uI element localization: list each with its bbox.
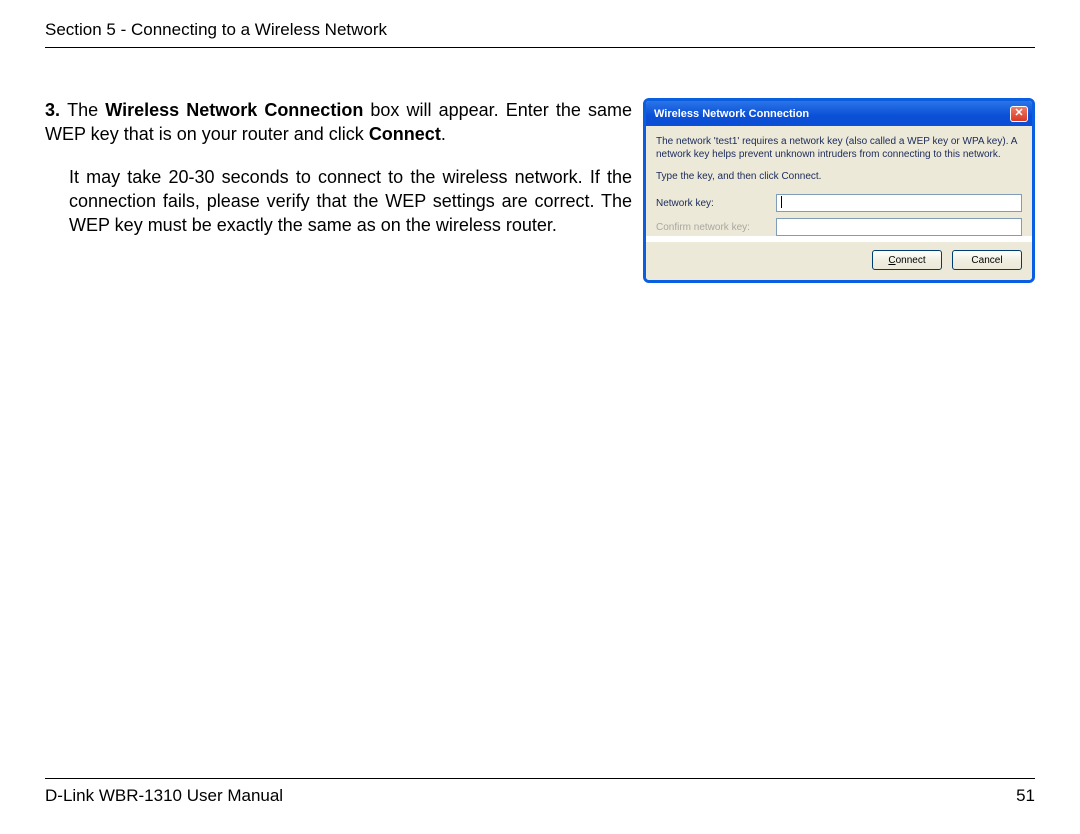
body-paragraph: It may take 20-30 seconds to connect to … — [45, 165, 632, 238]
confirm-key-input[interactable] — [776, 218, 1022, 236]
text-caret — [781, 196, 782, 208]
dialog-footer: Connect Cancel — [646, 242, 1032, 280]
page-number: 51 — [1016, 786, 1035, 806]
dialog-title: Wireless Network Connection — [654, 108, 809, 120]
step-text-prefix: The — [67, 100, 105, 120]
dialog-titlebar: Wireless Network Connection ✕ — [646, 101, 1032, 126]
cancel-label: Cancel — [971, 255, 1002, 266]
section-header: Section 5 - Connecting to a Wireless Net… — [45, 20, 1035, 48]
footer-left: D-Link WBR-1310 User Manual — [45, 786, 283, 806]
step-bold-2: Connect — [369, 124, 441, 144]
step-3-paragraph: 3. The Wireless Network Connection box w… — [45, 98, 632, 147]
cancel-button[interactable]: Cancel — [952, 250, 1022, 270]
network-key-input[interactable] — [776, 194, 1022, 212]
network-key-label: Network key: — [656, 198, 776, 209]
wireless-connection-dialog: Wireless Network Connection ✕ The networ… — [643, 98, 1035, 283]
step-number: 3. — [45, 100, 67, 120]
connect-mnemonic: C — [888, 255, 895, 266]
confirm-key-label: Confirm network key: — [656, 222, 776, 233]
step-text-suffix: . — [441, 124, 446, 144]
dialog-body: The network 'test1' requires a network k… — [646, 126, 1032, 236]
close-icon: ✕ — [1014, 108, 1023, 119]
connect-rest: onnect — [896, 255, 926, 266]
close-button[interactable]: ✕ — [1010, 106, 1028, 122]
step-bold-1: Wireless Network Connection — [105, 100, 363, 120]
connect-button[interactable]: Connect — [872, 250, 942, 270]
dialog-instruction-text: Type the key, and then click Connect. — [656, 171, 1022, 182]
page-footer: D-Link WBR-1310 User Manual 51 — [45, 778, 1035, 806]
dialog-info-text: The network 'test1' requires a network k… — [656, 136, 1022, 161]
